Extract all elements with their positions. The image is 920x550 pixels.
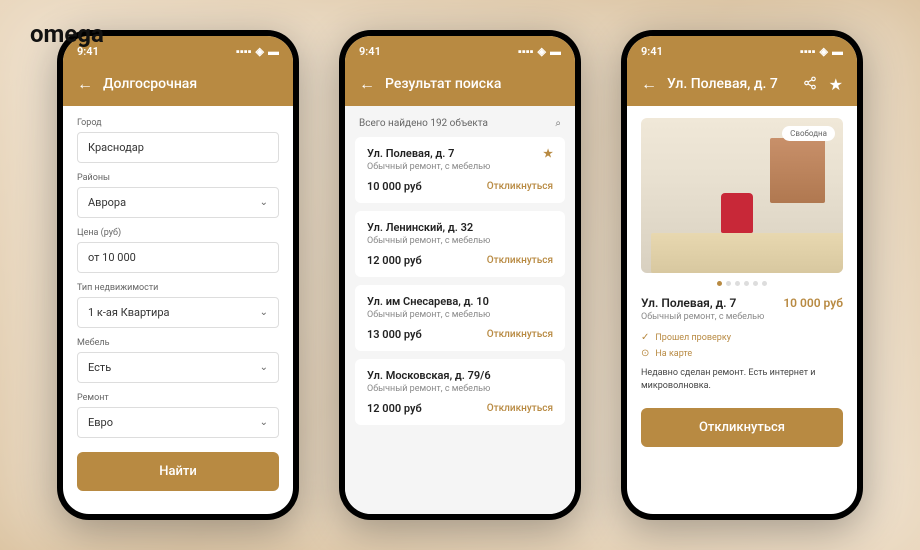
status-badge: Свободна: [782, 126, 835, 141]
page-title: Результат поиска: [385, 76, 561, 92]
furniture-value: Есть: [88, 361, 111, 374]
result-card[interactable]: Ул. Полевая, д. 7 ★ Обычный ремонт, с ме…: [355, 137, 565, 203]
card-subtitle: Обычный ремонт, с мебелью: [367, 384, 553, 394]
type-label: Тип недвижимости: [77, 283, 279, 293]
map-row[interactable]: ⊙ На карте: [641, 348, 843, 359]
page-title: Ул. Полевая, д. 7: [667, 76, 793, 92]
check-icon: ✓: [641, 332, 649, 343]
respond-button[interactable]: Откликнуться: [487, 403, 553, 414]
result-card[interactable]: Ул. им Снесарева, д. 10 Обычный ремонт, …: [355, 285, 565, 351]
district-value: Аврора: [88, 196, 126, 209]
status-bar: 9:41 ▪▪▪▪ ◈ ▬: [345, 36, 575, 66]
status-icons: ▪▪▪▪ ◈ ▬: [800, 45, 843, 58]
carousel-dots[interactable]: [641, 281, 843, 286]
renovation-label: Ремонт: [77, 393, 279, 403]
card-title: Ул. Московская, д. 79/6: [367, 369, 491, 382]
status-icons: ▪▪▪▪ ◈ ▬: [236, 45, 279, 58]
card-subtitle: Обычный ремонт, с мебелью: [367, 236, 553, 246]
star-icon[interactable]: ★: [829, 75, 843, 94]
chevron-down-icon: ⌄: [260, 197, 268, 208]
results-summary: Всего найдено 192 объекта ⌕: [355, 114, 565, 137]
renovation-select[interactable]: Евро ⌄: [77, 407, 279, 438]
phone-detail: 9:41 ▪▪▪▪ ◈ ▬ ← Ул. Полевая, д. 7 ★: [621, 30, 863, 520]
card-subtitle: Обычный ремонт, с мебелью: [367, 162, 553, 172]
phone-search-form: 9:41 ▪▪▪▪ ◈ ▬ ← Долгосрочная Город Красн…: [57, 30, 299, 520]
result-card[interactable]: Ул. Московская, д. 79/6 Обычный ремонт, …: [355, 359, 565, 425]
price-input[interactable]: от 10 000: [77, 242, 279, 273]
card-title: Ул. им Снесарева, д. 10: [367, 295, 489, 308]
wifi-icon: ◈: [538, 45, 546, 58]
detail-price: 10 000 руб: [783, 296, 843, 310]
battery-icon: ▬: [832, 45, 843, 58]
battery-icon: ▬: [268, 45, 279, 58]
district-select[interactable]: Аврора ⌄: [77, 187, 279, 218]
card-price: 13 000 руб: [367, 328, 422, 341]
logo: omega: [30, 20, 104, 48]
status-time: 9:41: [641, 45, 663, 58]
back-icon[interactable]: ←: [77, 74, 93, 94]
pin-icon: ⊙: [641, 348, 649, 359]
chevron-down-icon: ⌄: [260, 362, 268, 373]
renovation-value: Евро: [88, 416, 113, 429]
respond-button[interactable]: Откликнуться: [487, 255, 553, 266]
verified-row[interactable]: ✓ Прошел проверку: [641, 332, 843, 343]
wifi-icon: ◈: [820, 45, 828, 58]
page-title: Долгосрочная: [103, 76, 279, 92]
signal-icon: ▪▪▪▪: [518, 45, 534, 58]
furniture-select[interactable]: Есть ⌄: [77, 352, 279, 383]
price-label: Цена (руб): [77, 228, 279, 238]
card-price: 10 000 руб: [367, 180, 422, 193]
card-subtitle: Обычный ремонт, с мебелью: [367, 310, 553, 320]
detail-subtitle: Обычный ремонт, с мебелью: [641, 312, 843, 322]
type-select[interactable]: 1 к-ая Квартира ⌄: [77, 297, 279, 328]
card-title: Ул. Ленинский, д. 32: [367, 221, 473, 234]
star-icon[interactable]: ★: [543, 147, 553, 160]
search-icon[interactable]: ⌕: [555, 118, 561, 129]
type-value: 1 к-ая Квартира: [88, 306, 170, 319]
header: ← Результат поиска: [345, 66, 575, 106]
signal-icon: ▪▪▪▪: [800, 45, 816, 58]
district-label: Районы: [77, 173, 279, 183]
status-bar: 9:41 ▪▪▪▪ ◈ ▬: [627, 36, 857, 66]
city-input[interactable]: Краснодар: [77, 132, 279, 163]
respond-button[interactable]: Откликнуться: [641, 408, 843, 447]
search-button[interactable]: Найти: [77, 452, 279, 491]
battery-icon: ▬: [550, 45, 561, 58]
results-count: Всего найдено 192 объекта: [359, 118, 488, 129]
back-icon[interactable]: ←: [359, 74, 375, 94]
status-time: 9:41: [359, 45, 381, 58]
respond-button[interactable]: Откликнуться: [487, 181, 553, 192]
wifi-icon: ◈: [256, 45, 264, 58]
result-card[interactable]: Ул. Ленинский, д. 32 Обычный ремонт, с м…: [355, 211, 565, 277]
city-label: Город: [77, 118, 279, 128]
chevron-down-icon: ⌄: [260, 417, 268, 428]
chevron-down-icon: ⌄: [260, 307, 268, 318]
respond-button[interactable]: Откликнуться: [487, 329, 553, 340]
header: ← Ул. Полевая, д. 7 ★: [627, 66, 857, 106]
listing-photo[interactable]: Свободна: [641, 118, 843, 273]
card-price: 12 000 руб: [367, 254, 422, 267]
map-label: На карте: [655, 349, 692, 359]
status-icons: ▪▪▪▪ ◈ ▬: [518, 45, 561, 58]
card-price: 12 000 руб: [367, 402, 422, 415]
header: ← Долгосрочная: [63, 66, 293, 106]
detail-title: Ул. Полевая, д. 7: [641, 296, 736, 310]
share-icon[interactable]: [803, 75, 817, 94]
phone-results: 9:41 ▪▪▪▪ ◈ ▬ ← Результат поиска Всего н…: [339, 30, 581, 520]
furniture-label: Мебель: [77, 338, 279, 348]
description: Недавно сделан ремонт. Есть интернет и м…: [641, 367, 843, 392]
signal-icon: ▪▪▪▪: [236, 45, 252, 58]
verified-label: Прошел проверку: [655, 333, 731, 343]
back-icon[interactable]: ←: [641, 74, 657, 94]
card-title: Ул. Полевая, д. 7: [367, 147, 454, 160]
